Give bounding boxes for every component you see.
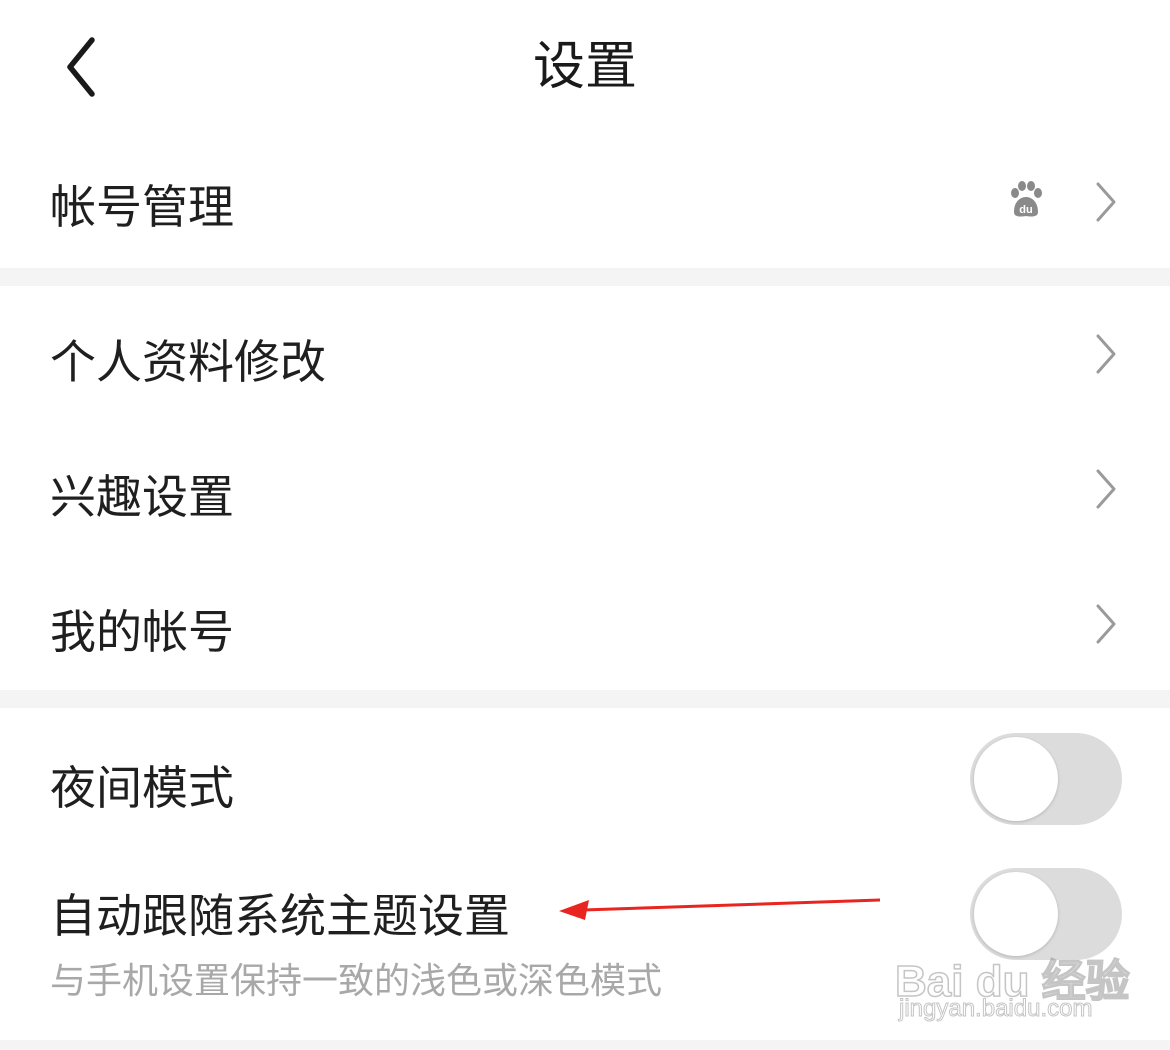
section-divider <box>0 268 1170 286</box>
red-annotation-arrow <box>559 898 881 920</box>
night-mode-label: 夜间模式 <box>50 761 234 815</box>
night-mode-toggle[interactable] <box>970 733 1122 825</box>
chevron-right-icon <box>1096 604 1116 644</box>
baidu-jingyan-watermark: Bai du 经验 jingyan.baidu.com <box>894 925 1130 1030</box>
profile-edit-label: 个人资料修改 <box>50 335 326 389</box>
interest-settings-label: 兴趣设置 <box>50 470 234 524</box>
settings-group-account: 帐号管理 du <box>0 135 1170 268</box>
profile-edit-row[interactable]: 个人资料修改 <box>0 286 1170 421</box>
page-title: 设置 <box>532 37 637 97</box>
toggle-knob <box>974 737 1058 821</box>
my-account-label: 我的帐号 <box>50 605 234 659</box>
chevron-right-icon <box>1096 182 1116 222</box>
section-divider <box>0 690 1170 708</box>
nav-bar: 设置 <box>0 0 1170 135</box>
baidu-paw-icon: du <box>1011 181 1042 217</box>
auto-theme-description: 与手机设置保持一致的浅色或深色模式 <box>50 961 663 1002</box>
night-mode-row: 夜间模式 <box>0 708 1170 848</box>
settings-group-profile: 个人资料修改 兴趣设置 我的帐号 <box>0 286 1170 690</box>
chevron-right-icon <box>1096 334 1116 374</box>
my-account-row[interactable]: 我的帐号 <box>0 556 1170 690</box>
auto-theme-label: 自动跟随系统主题设置 <box>50 889 510 943</box>
account-management-row[interactable]: 帐号管理 du <box>0 135 1170 268</box>
section-divider <box>0 1040 1170 1050</box>
interest-settings-row[interactable]: 兴趣设置 <box>0 421 1170 556</box>
account-management-label: 帐号管理 <box>50 180 234 234</box>
watermark-url: jingyan.baidu.com <box>898 995 1093 1023</box>
chevron-right-icon <box>1096 469 1116 509</box>
svg-text:du: du <box>1019 204 1032 216</box>
